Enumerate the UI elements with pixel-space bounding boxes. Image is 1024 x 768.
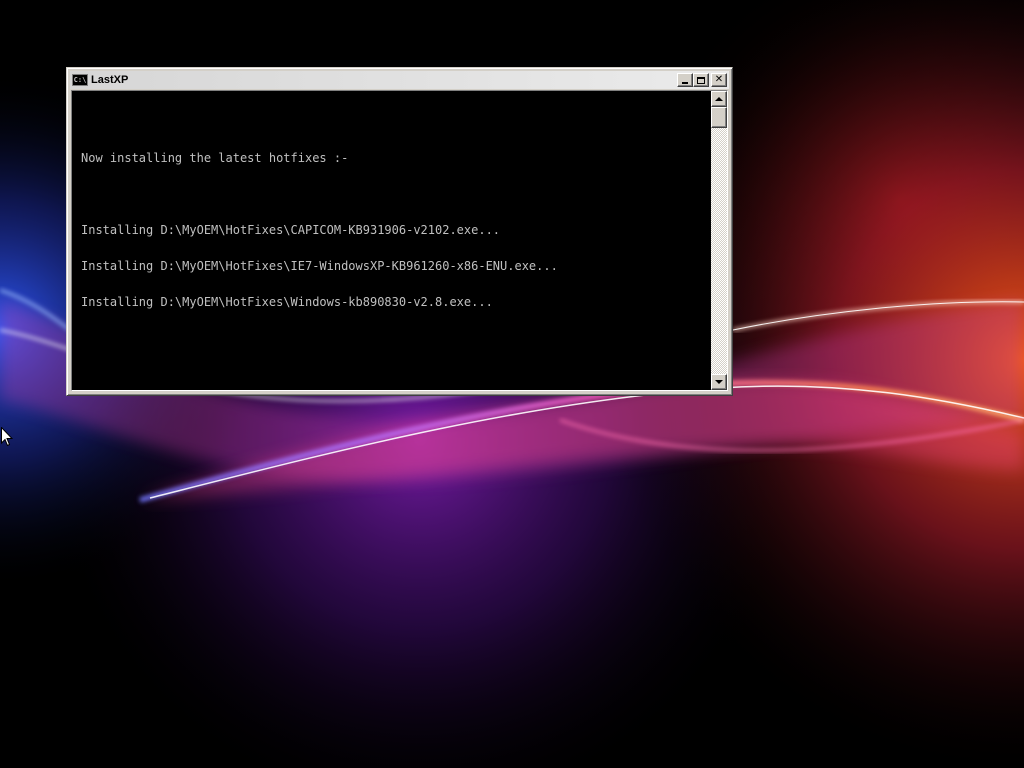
scroll-down-button[interactable]: [711, 374, 727, 390]
console-line: Installing D:\MyOEM\HotFixes\IE7-Windows…: [81, 259, 558, 273]
scroll-down-arrow-icon: [715, 380, 723, 384]
console-icon[interactable]: C:\: [72, 74, 88, 86]
scroll-track[interactable]: [711, 128, 727, 374]
maximize-button[interactable]: [693, 73, 709, 87]
vertical-scrollbar[interactable]: [711, 91, 727, 390]
minimize-button[interactable]: [677, 73, 693, 87]
minimize-icon: [682, 82, 688, 84]
scroll-up-arrow-icon: [715, 97, 723, 101]
console-output[interactable]: Now installing the latest hotfixes :- In…: [72, 91, 711, 390]
console-icon-glyph: C:\: [73, 75, 87, 84]
scroll-up-button[interactable]: [711, 91, 727, 107]
arrow-cursor-icon: [1, 427, 13, 447]
maximize-icon: [697, 76, 705, 84]
scroll-thumb[interactable]: [711, 107, 727, 128]
title-bar[interactable]: C:\ LastXP ✕: [70, 71, 729, 89]
close-button[interactable]: ✕: [711, 73, 727, 87]
console-header-line: Now installing the latest hotfixes :-: [81, 151, 349, 165]
console-line: Installing D:\MyOEM\HotFixes\CAPICOM-KB9…: [81, 223, 501, 237]
close-icon: ✕: [714, 74, 724, 85]
console-window[interactable]: C:\ LastXP ✕ Now installing the latest h…: [66, 67, 733, 396]
console-client-area: Now installing the latest hotfixes :- In…: [71, 90, 728, 391]
desktop: C:\ LastXP ✕ Now installing the latest h…: [0, 0, 1024, 768]
window-title: LastXP: [91, 74, 129, 86]
console-line: Installing D:\MyOEM\HotFixes\Windows-kb8…: [81, 295, 493, 309]
